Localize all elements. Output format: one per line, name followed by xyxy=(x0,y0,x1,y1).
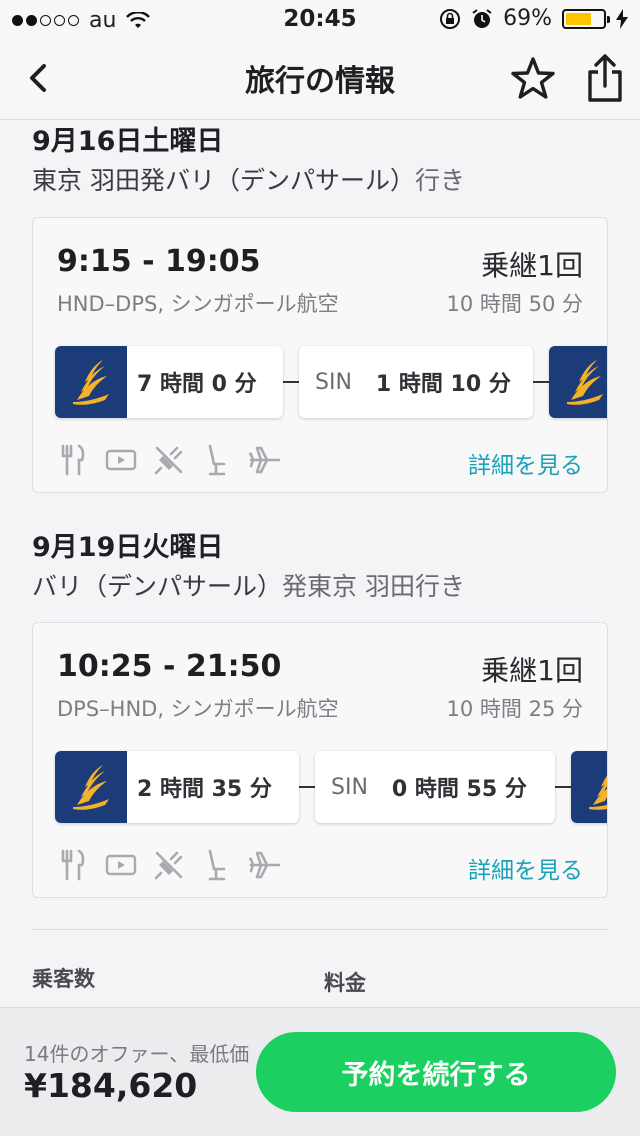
connector-line xyxy=(555,786,571,788)
flight-segment: 2 時間 35 分 xyxy=(55,751,299,823)
connector-line xyxy=(533,381,549,383)
share-button[interactable] xyxy=(580,50,630,106)
video-icon xyxy=(105,849,137,881)
trip-details-content[interactable]: 9月16日土曜日 東京 羽田発バリ（デンパサール）行き 9:15 - 19:05… xyxy=(0,121,640,1007)
fare-label: 料金 xyxy=(324,971,366,995)
airline-logo-icon xyxy=(549,346,607,418)
layover-airport: SIN xyxy=(315,369,352,395)
rotation-lock-icon xyxy=(440,8,461,29)
outbound-flight-card[interactable]: 9:15 - 19:05 乗継1回 HND–DPS, シンガポール航空 10 時… xyxy=(32,217,608,493)
booking-bar: 14件のオファー、最低価 ¥184,620 予約を続行する xyxy=(0,1007,640,1136)
airline-route: HND–DPS, シンガポール航空 xyxy=(57,292,339,316)
outbound-route-main: 東京 羽田発バリ（デンパサール） xyxy=(32,166,415,195)
total-duration: 10 時間 25 分 xyxy=(446,697,583,721)
segment-duration: 2 時間 35 分 xyxy=(137,777,272,802)
outbound-date: 9月16日土曜日 xyxy=(32,126,224,157)
lowest-price: ¥184,620 xyxy=(24,1066,198,1105)
screen: au 20:45 69% 旅行の情報 9月16日土曜日 東京 羽田発バリ（デンパ… xyxy=(0,0,640,1136)
flight-times: 9:15 - 19:05 xyxy=(57,244,261,279)
inbound-flight-card[interactable]: 10:25 - 21:50 乗継1回 DPS–HND, シンガポール航空 10 … xyxy=(32,622,608,898)
seat-icon xyxy=(201,444,233,476)
outbound-route-suffix: 行き xyxy=(414,166,465,195)
layover-duration: 0 時間 55 分 xyxy=(391,777,527,802)
airplane-icon xyxy=(249,849,281,881)
flight-segment xyxy=(571,751,607,823)
no-power-icon xyxy=(153,849,185,881)
details-link[interactable]: 詳細を見る xyxy=(468,446,583,480)
status-right: 69% xyxy=(439,6,628,31)
seat-icon xyxy=(201,849,233,881)
meal-icon xyxy=(57,444,89,476)
favorite-button[interactable] xyxy=(508,54,558,104)
connector-line xyxy=(283,381,299,383)
layover-duration: 1 時間 10 分 xyxy=(375,372,511,397)
navigation-bar: 旅行の情報 xyxy=(0,40,640,120)
no-power-icon xyxy=(153,444,185,476)
alarm-icon xyxy=(472,8,492,28)
inbound-route-suffix: 発東京 羽田行き xyxy=(282,572,465,601)
flight-segment: 2 xyxy=(549,346,607,418)
battery-icon xyxy=(562,8,610,29)
airplane-icon xyxy=(249,444,281,476)
amenities-row xyxy=(57,849,281,881)
stops-count: 乗継1回 xyxy=(481,249,583,282)
section-divider xyxy=(32,929,608,930)
outbound-route: 東京 羽田発バリ（デンパサール）行き xyxy=(32,161,465,197)
inbound-route: バリ（デンパサール）発東京 羽田行き xyxy=(32,567,465,603)
offers-count: 14件のオファー、最低価 xyxy=(24,1042,250,1066)
flight-segment: 7 時間 0 分 xyxy=(55,346,283,418)
flight-times: 10:25 - 21:50 xyxy=(57,649,282,684)
inbound-route-main: バリ（デンパサール） xyxy=(32,572,283,601)
airline-logo-icon xyxy=(55,751,127,823)
segment-duration: 7 時間 0 分 xyxy=(137,372,257,397)
star-icon xyxy=(511,57,555,99)
layover-airport: SIN xyxy=(331,774,368,800)
video-icon xyxy=(105,444,137,476)
stops-count: 乗継1回 xyxy=(481,654,583,687)
meal-icon xyxy=(57,849,89,881)
passengers-label: 乗客数 xyxy=(32,967,95,991)
battery-percent: 69% xyxy=(503,6,552,31)
layover-box: SIN 0 時間 55 分 xyxy=(315,751,555,823)
share-icon xyxy=(588,54,622,102)
connector-line xyxy=(299,786,315,788)
airline-logo-icon xyxy=(571,751,607,823)
details-link[interactable]: 詳細を見る xyxy=(468,851,583,885)
airline-logo-icon xyxy=(55,346,127,418)
status-bar: au 20:45 69% xyxy=(0,0,640,40)
charging-icon xyxy=(616,8,628,29)
layover-box: SIN 1 時間 10 分 xyxy=(299,346,533,418)
total-duration: 10 時間 50 分 xyxy=(446,292,583,316)
inbound-date: 9月19日火曜日 xyxy=(32,532,224,563)
continue-booking-button[interactable]: 予約を続行する xyxy=(256,1032,616,1112)
amenities-row xyxy=(57,444,281,476)
airline-route: DPS–HND, シンガポール航空 xyxy=(57,697,339,721)
